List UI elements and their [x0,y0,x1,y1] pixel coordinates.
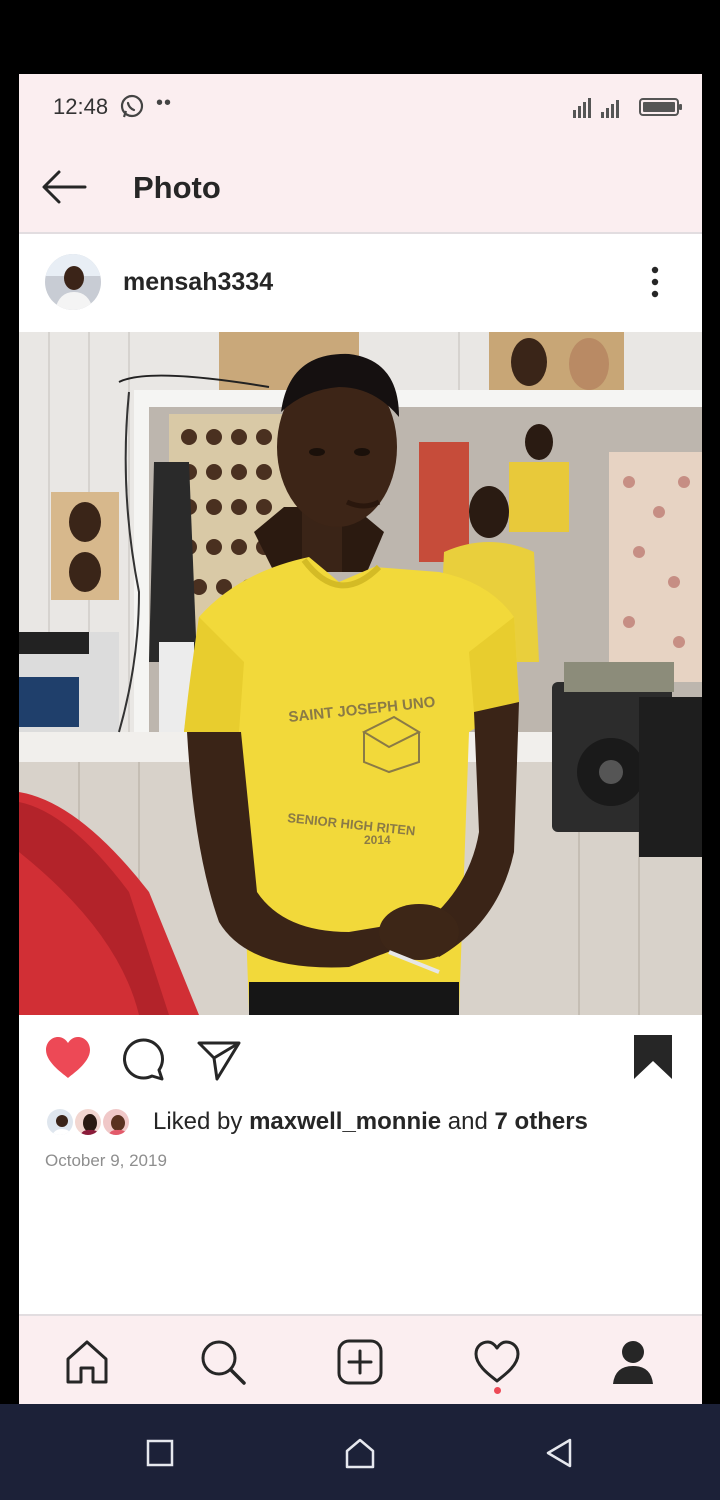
back-arrow-icon[interactable] [39,166,89,208]
liker-avatar [73,1107,103,1137]
status-bar: 12:48 •• [19,74,702,142]
post-actions [19,1015,702,1107]
recents-icon[interactable] [143,1436,177,1470]
instagram-screen: 12:48 •• Photo mensah3334 SAINT JOSEPH U… [19,74,702,1404]
share-icon[interactable] [195,1035,243,1083]
liked-by-others[interactable]: 7 others [495,1108,588,1135]
post-date: October 9, 2019 [45,1151,167,1170]
post-username[interactable]: mensah3334 [123,268,273,297]
post-header: mensah3334 [19,234,702,332]
home-icon[interactable] [63,1338,111,1386]
more-dots-icon: •• [156,92,173,114]
battery-icon [639,98,682,116]
likes-row[interactable]: Liked by maxwell_monnie and 7 others [45,1104,695,1144]
likes-text: Liked by maxwell_monnie and 7 others [153,1108,588,1136]
profile-icon[interactable] [609,1338,657,1386]
status-time: 12:48 [53,94,109,119]
liker-avatar [101,1107,131,1137]
system-nav-bar [0,1404,720,1500]
svg-text:2014: 2014 [364,833,391,847]
activity-icon[interactable] [473,1338,521,1386]
likes-prefix: Liked by [153,1108,250,1135]
search-icon[interactable] [199,1338,247,1386]
heart-icon[interactable] [43,1035,93,1081]
add-post-icon[interactable] [336,1338,384,1386]
more-options-icon[interactable] [641,262,669,302]
liked-by-user[interactable]: maxwell_monnie [249,1108,441,1135]
top-header: Photo [19,142,702,234]
page-title: Photo [133,170,221,205]
bookmark-icon[interactable] [631,1033,675,1081]
bottom-nav [19,1314,702,1404]
avatar[interactable] [45,254,101,310]
comment-icon[interactable] [119,1035,167,1083]
whatsapp-icon [120,94,144,118]
liker-avatar [45,1107,75,1137]
likes-join: and [441,1108,495,1135]
home-icon[interactable] [343,1436,377,1470]
post-photo[interactable]: SAINT JOSEPH UNO SENIOR HIGH RITEN 2014 [19,332,702,1015]
signal-icon [573,98,619,118]
back-icon[interactable] [542,1436,576,1470]
activity-notification-dot [494,1387,501,1394]
